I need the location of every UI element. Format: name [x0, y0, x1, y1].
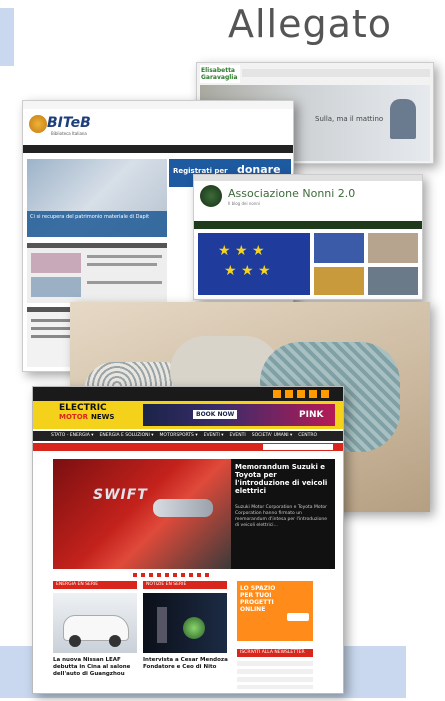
- site4-logo: ELECTRIC MOTOR NEWS: [59, 403, 115, 421]
- site3-nav: [194, 221, 422, 229]
- car-badge: SWIFT: [93, 487, 148, 503]
- nav-item-7[interactable]: CENTRO: [298, 431, 317, 441]
- col2-caption[interactable]: Intervista a Cesar Mendoza Fondatore e C…: [143, 657, 229, 671]
- nav-item-2[interactable]: ENERGIA E SOLUZIONI ▾: [100, 431, 154, 441]
- site3-topbar: [194, 175, 422, 181]
- site1-person: [390, 99, 416, 139]
- site4-hero-car[interactable]: SWIFT: [53, 459, 231, 569]
- site2-hero-caption-bg: Ci si recupera del patrimonio materiale …: [27, 211, 167, 237]
- site4-subnav: [33, 443, 343, 451]
- newsletter-form[interactable]: [237, 661, 313, 689]
- car-headlight: [153, 499, 213, 517]
- site4-header: ELECTRIC MOTOR NEWS BOOK NOW PINK: [33, 401, 343, 429]
- site4-hero-text: Memorandum Suzuki e Toyota per l'introdu…: [231, 459, 335, 569]
- site3-tree-logo: [200, 185, 222, 207]
- hero-body: Suzuki Motor Corporation e Toyota Motor …: [235, 505, 327, 528]
- site3-thumb-2: [368, 233, 418, 263]
- blue-accent-top-left: [0, 8, 14, 66]
- site4-carousel-dots[interactable]: [133, 573, 213, 577]
- site4-sidebar-ad[interactable]: LO SPAZIO PER TUOI PROGETTI ONLINE: [237, 581, 313, 641]
- book-now-button[interactable]: BOOK NOW: [193, 410, 238, 419]
- screenshot-site-3: Associazione Nonni 2.0 Il blog dei nonni…: [193, 174, 423, 300]
- col1-image-car[interactable]: [53, 593, 137, 653]
- site3-thumb-1: [314, 233, 364, 263]
- site3-hero-eu-flag: ★ ★ ★ ★ ★ ★: [198, 233, 310, 295]
- site2-topbar: [23, 101, 293, 109]
- site4-topbar: [33, 387, 343, 401]
- site2-content-block: [27, 243, 167, 303]
- site4-search-input[interactable]: [263, 444, 333, 450]
- site3-subtitle: Il blog dei nonni: [228, 201, 261, 206]
- col2-image-stage[interactable]: [143, 593, 227, 653]
- site4-banner-ad[interactable]: BOOK NOW PINK: [143, 404, 335, 426]
- site2-nav: [23, 145, 293, 153]
- site2-logo: BITeB Biblioteca Italiana: [29, 113, 99, 139]
- col2-header: NOTIZIE EN SERIE: [143, 581, 227, 589]
- nav-item-1[interactable]: STATO - ENERGIA ▾: [51, 431, 94, 441]
- col1-caption[interactable]: La nuova Nissan LEAF debutta in Cina al …: [53, 657, 139, 678]
- site4-nav: STATO - ENERGIA ▾ ENERGIA E SOLUZIONI ▾ …: [33, 431, 343, 441]
- col1-header: ENERGIA EN SERIE: [53, 581, 137, 589]
- site2-logo-mark: [29, 115, 47, 133]
- ad-cta-button[interactable]: [287, 613, 309, 621]
- nav-item-3[interactable]: MOTORSPORTS ▾: [160, 431, 198, 441]
- nav-item-6[interactable]: SOCIETA' UMANI ▾: [252, 431, 293, 441]
- site2-hero: Ci si recupera del patrimonio materiale …: [27, 159, 167, 237]
- site1-nav: [242, 69, 430, 77]
- site3-thumb-3: [314, 267, 364, 295]
- nav-item-5[interactable]: EVENTI: [230, 431, 246, 441]
- nav-item-4[interactable]: EVENTI ▾: [204, 431, 224, 441]
- page-title: Allegato: [228, 2, 393, 46]
- hero-title[interactable]: Memorandum Suzuki e Toyota per l'introdu…: [235, 463, 331, 495]
- site3-thumb-4: [368, 267, 418, 295]
- sidebar-header: ISCRIVITI ALLA NEWSLETTER: [237, 649, 313, 657]
- social-icons: [273, 390, 333, 398]
- site1-caption: Sulla, ma il mattino: [315, 115, 384, 123]
- screenshot-site-4: ELECTRIC MOTOR NEWS BOOK NOW PINK STATO …: [32, 386, 344, 694]
- site1-logo: Elisabetta Garavaglia: [200, 65, 240, 83]
- site3-title: Associazione Nonni 2.0: [228, 187, 356, 200]
